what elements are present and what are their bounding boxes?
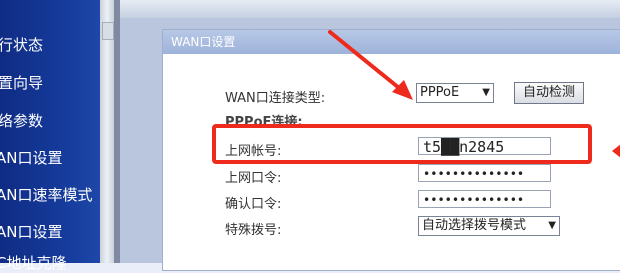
highlight-box <box>212 124 592 164</box>
highlight-pointer <box>612 140 620 162</box>
